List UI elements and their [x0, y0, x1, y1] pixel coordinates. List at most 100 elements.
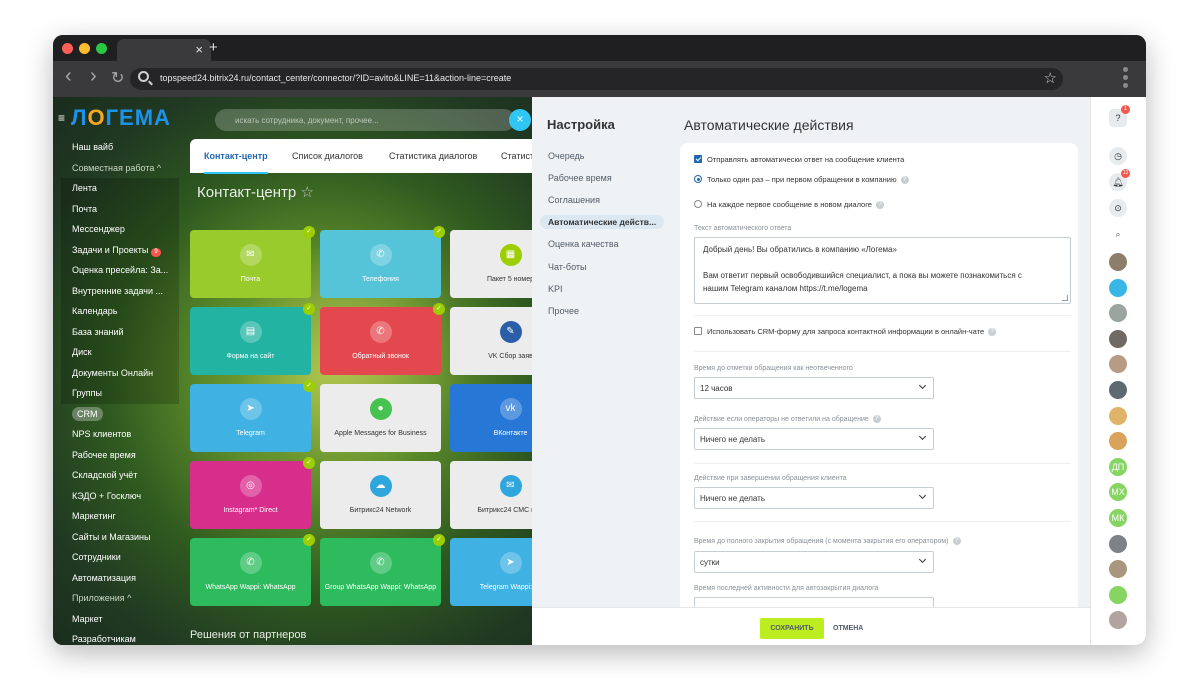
connector-tile[interactable]: ▤ Форма на сайт ✓: [190, 303, 315, 375]
slider-close-button[interactable]: ×: [509, 109, 531, 131]
connector-tile[interactable]: ☁ Битрикс24 Network: [320, 461, 441, 529]
crm-form-checkbox-row[interactable]: Использовать CRM-форму для запроса конта…: [694, 327, 997, 337]
finish-action-select[interactable]: Ничего не делать: [694, 487, 934, 509]
tab-0[interactable]: Контакт-центр: [204, 151, 268, 174]
menu-item[interactable]: CRM: [61, 404, 179, 425]
avatar[interactable]: МХ: [1109, 483, 1127, 502]
timeman-icon[interactable]: ◷: [1109, 147, 1127, 165]
menu-item[interactable]: Приложения ^: [61, 588, 179, 609]
browser-menu-icon[interactable]: [1123, 67, 1129, 91]
reply-text-textarea[interactable]: Добрый день! Вы обратились в компанию «Л…: [694, 237, 1071, 304]
url-field[interactable]: topspeed24.bitrix24.ru/contact_center/co…: [130, 68, 1063, 90]
full-close-time-select[interactable]: сутки: [694, 551, 934, 573]
settings-nav-item[interactable]: Соглашения: [548, 195, 600, 205]
cancel-button[interactable]: ОТМЕНА: [833, 625, 863, 632]
menu-item[interactable]: Маркетинг: [61, 506, 179, 527]
avatar[interactable]: [1109, 534, 1127, 553]
reload-button[interactable]: ↻: [111, 68, 124, 88]
crm-form-checkbox[interactable]: [694, 327, 702, 336]
save-button[interactable]: СОХРАНИТЬ: [760, 618, 824, 639]
avatar[interactable]: [1109, 381, 1127, 399]
menu-item[interactable]: Документы Онлайн: [61, 362, 179, 383]
menu-item[interactable]: Лента: [61, 178, 179, 199]
menu-item[interactable]: Сайты и Магазины: [61, 527, 179, 548]
menu-item[interactable]: Автоматизация: [61, 568, 179, 589]
unanswered-time-select[interactable]: 12 часов: [694, 377, 934, 399]
favorite-star-icon[interactable]: ☆: [300, 184, 313, 201]
menu-item[interactable]: NPS клиентов: [61, 424, 179, 445]
new-tab-button[interactable]: +: [209, 39, 218, 56]
radio-each[interactable]: [694, 200, 702, 209]
menu-item[interactable]: База знаний: [61, 321, 179, 342]
avatar[interactable]: [1109, 585, 1127, 604]
connector-tile[interactable]: ✆ Телефония ✓: [320, 226, 445, 298]
settings-nav-item[interactable]: Очередь: [548, 151, 584, 161]
menu-item[interactable]: Разработчикам: [61, 629, 179, 645]
menu-item[interactable]: КЭДО + Госключ: [61, 486, 179, 507]
menu-item[interactable]: Мессенджер: [61, 219, 179, 240]
connector-tile[interactable]: ● Apple Messages for Business: [320, 384, 441, 452]
avatar[interactable]: МК: [1109, 509, 1127, 527]
menu-item[interactable]: Почта: [61, 198, 179, 219]
menu-toggle-icon[interactable]: ≡: [58, 111, 65, 125]
portal-search-input[interactable]: искать сотрудника, документ, прочее...: [215, 109, 515, 131]
settings-nav-item[interactable]: Автоматические действ...: [540, 215, 665, 229]
minimize-window-button[interactable]: [79, 43, 90, 54]
menu-item[interactable]: Оценка пресейла: За...: [61, 260, 179, 281]
avatar[interactable]: [1109, 560, 1127, 579]
connector-tile[interactable]: ✆ WhatsApp Wappi: WhatsApp ✓: [190, 534, 315, 606]
avatar[interactable]: [1109, 432, 1127, 451]
connector-tile[interactable]: ✉ Почта ✓: [190, 226, 315, 298]
settings-nav-item[interactable]: Рабочее время: [548, 173, 612, 183]
settings-nav-item[interactable]: Оценка качества: [548, 239, 619, 249]
menu-item[interactable]: Наш вайб: [61, 137, 179, 158]
avatar[interactable]: [1109, 304, 1127, 323]
radio-once-row[interactable]: Только один раз – при первом обращении в…: [694, 175, 909, 185]
browser-tab[interactable]: ×: [117, 39, 211, 61]
help-icon[interactable]: ?: [872, 415, 881, 423]
no-answer-action-select[interactable]: Ничего не делать: [694, 428, 934, 450]
resize-handle[interactable]: [1062, 295, 1068, 301]
help-icon[interactable]: ?: [900, 176, 909, 185]
help-icon[interactable]: ?: [952, 537, 961, 545]
avatar[interactable]: [1109, 253, 1127, 271]
settings-nav-item[interactable]: Прочее: [548, 306, 579, 316]
menu-item[interactable]: Совместная работа ^: [61, 158, 179, 179]
avatar[interactable]: ДП: [1109, 457, 1127, 476]
settings-nav-item[interactable]: Чат-боты: [548, 262, 586, 272]
chat-icon[interactable]: ⊙: [1109, 199, 1127, 217]
menu-item[interactable]: Календарь: [61, 301, 179, 322]
tab-close-icon[interactable]: ×: [195, 42, 203, 57]
bookmark-star-icon[interactable]: ☆: [1044, 69, 1057, 87]
auto-reply-checkbox-row[interactable]: Отправлять автоматически ответ на сообще…: [694, 155, 904, 164]
settings-nav-item[interactable]: KPI: [548, 284, 563, 294]
company-logo[interactable]: ЛОГЕМА: [71, 105, 171, 131]
connector-tile[interactable]: ➤ Telegram ✓: [190, 380, 315, 452]
avatar[interactable]: [1109, 278, 1127, 297]
back-button[interactable]: ‹: [65, 65, 72, 88]
menu-item[interactable]: Рабочее время: [61, 445, 179, 466]
avatar[interactable]: [1109, 406, 1127, 425]
help-icon[interactable]: ?: [988, 328, 997, 337]
menu-item[interactable]: Сотрудники: [61, 547, 179, 568]
radio-once[interactable]: [694, 175, 702, 184]
help-button[interactable]: ? 1: [1109, 105, 1130, 127]
radio-each-row[interactable]: На каждое первое сообщение в новом диало…: [694, 200, 884, 210]
connector-tile[interactable]: ✆ Обратный звонок ✓: [320, 303, 445, 375]
avatar[interactable]: [1109, 611, 1127, 630]
auto-reply-checkbox[interactable]: [694, 155, 702, 164]
menu-item[interactable]: Задачи и Проекты 9: [61, 239, 179, 260]
url-text[interactable]: topspeed24.bitrix24.ru/contact_center/co…: [160, 73, 511, 83]
help-icon[interactable]: ?: [875, 201, 884, 210]
menu-item[interactable]: Складской учёт: [61, 465, 179, 486]
search-icon[interactable]: ⌕: [1109, 225, 1127, 243]
connector-tile[interactable]: ◎ Instagram* Direct ✓: [190, 457, 315, 529]
menu-item[interactable]: Группы: [61, 383, 179, 404]
menu-item[interactable]: Диск: [61, 342, 179, 363]
menu-item[interactable]: Внутренние задачи ...: [61, 280, 179, 301]
avatar[interactable]: [1109, 329, 1127, 348]
close-window-button[interactable]: [62, 43, 73, 54]
forward-button[interactable]: ›: [90, 65, 97, 88]
menu-item[interactable]: Маркет: [61, 609, 179, 630]
bell-icon[interactable]: 🔔︎ 13: [1109, 169, 1130, 191]
